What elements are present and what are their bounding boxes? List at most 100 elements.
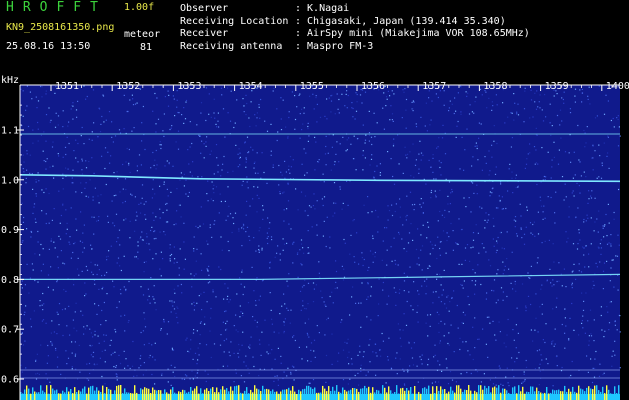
noise-dot [131, 130, 133, 132]
noise-dot [491, 101, 493, 103]
noise-dot [36, 107, 38, 109]
noise-dot [30, 318, 32, 320]
noise-dot [167, 105, 170, 107]
noise-dot [91, 131, 93, 133]
noise-dot [143, 362, 145, 364]
noise-dot [243, 105, 245, 107]
noise-dot [249, 347, 251, 349]
noise-dot [342, 379, 345, 381]
bottom-spike [76, 392, 78, 400]
noise-dot [359, 345, 361, 347]
noise-dot [283, 209, 285, 211]
noise-dot [450, 192, 452, 194]
bottom-spike [488, 386, 490, 400]
noise-dot [434, 344, 436, 346]
noise-dot [29, 172, 31, 174]
noise-dot [160, 328, 162, 330]
noise-dot [301, 264, 303, 266]
noise-dot [613, 286, 615, 288]
noise-dot [607, 100, 609, 102]
bottom-spike [334, 390, 336, 400]
noise-dot [614, 354, 616, 356]
bottom-spike [272, 389, 274, 400]
noise-dot [145, 218, 147, 220]
noise-dot [57, 267, 59, 269]
noise-dot [280, 129, 283, 131]
noise-dot [60, 250, 62, 252]
noise-dot [104, 383, 106, 385]
noise-dot [347, 356, 349, 359]
noise-dot [140, 286, 142, 288]
noise-dot [447, 383, 450, 385]
bottom-spike [374, 392, 376, 400]
noise-dot [530, 303, 532, 306]
noise-dot [223, 155, 225, 158]
noise-dot [308, 135, 310, 137]
noise-dot [489, 379, 491, 381]
noise-dot [298, 346, 300, 348]
noise-dot [436, 273, 438, 275]
noise-dot [190, 348, 192, 350]
noise-dot [164, 96, 166, 98]
noise-dot [439, 342, 441, 344]
noise-dot [222, 108, 225, 110]
noise-dot [493, 245, 495, 247]
noise-dot [122, 202, 124, 204]
noise-dot [418, 153, 420, 155]
bottom-spike [206, 388, 208, 400]
noise-dot [37, 140, 39, 142]
noise-dot [503, 269, 505, 271]
noise-dot [550, 134, 552, 136]
noise-dot [438, 322, 440, 324]
noise-dot [62, 204, 64, 206]
noise-dot [226, 87, 229, 89]
noise-dot [331, 146, 333, 148]
noise-dot [255, 250, 257, 252]
noise-dot [420, 159, 422, 161]
noise-dot [232, 217, 234, 219]
noise-dot [282, 238, 284, 240]
noise-dot [242, 180, 244, 182]
noise-dot [524, 90, 526, 92]
noise-dot [85, 182, 87, 184]
noise-dot [549, 103, 551, 105]
noise-dot [280, 97, 282, 99]
noise-dot [342, 279, 345, 281]
noise-dot [319, 116, 322, 118]
noise-dot [319, 276, 321, 278]
bottom-spike [120, 385, 122, 400]
noise-dot [506, 334, 508, 336]
noise-dot [316, 200, 318, 202]
noise-dot [26, 263, 28, 265]
noise-dot [178, 274, 180, 276]
bottom-spike [86, 393, 88, 400]
noise-dot [485, 162, 487, 164]
noise-dot [267, 242, 269, 245]
noise-dot [74, 355, 76, 357]
noise-dot [173, 262, 175, 264]
noise-dot [447, 203, 449, 205]
noise-dot [303, 284, 305, 287]
noise-dot [393, 183, 396, 185]
noise-dot [98, 288, 100, 290]
noise-dot [227, 112, 229, 114]
noise-dot [359, 351, 361, 353]
noise-dot [49, 166, 51, 168]
noise-dot [403, 290, 405, 292]
noise-dot [530, 232, 532, 234]
noise-dot [538, 349, 541, 351]
noise-dot [466, 371, 468, 374]
noise-dot [515, 347, 517, 349]
noise-dot [429, 241, 432, 243]
noise-dot [426, 285, 428, 287]
bottom-spike [142, 389, 144, 400]
noise-dot [22, 115, 24, 117]
bottom-spike [576, 392, 578, 400]
noise-dot [364, 139, 367, 141]
noise-dot [498, 365, 500, 367]
bottom-spike [350, 389, 352, 400]
noise-dot [282, 249, 284, 251]
noise-dot [123, 219, 125, 221]
noise-dot [596, 266, 598, 268]
noise-dot [201, 176, 203, 178]
